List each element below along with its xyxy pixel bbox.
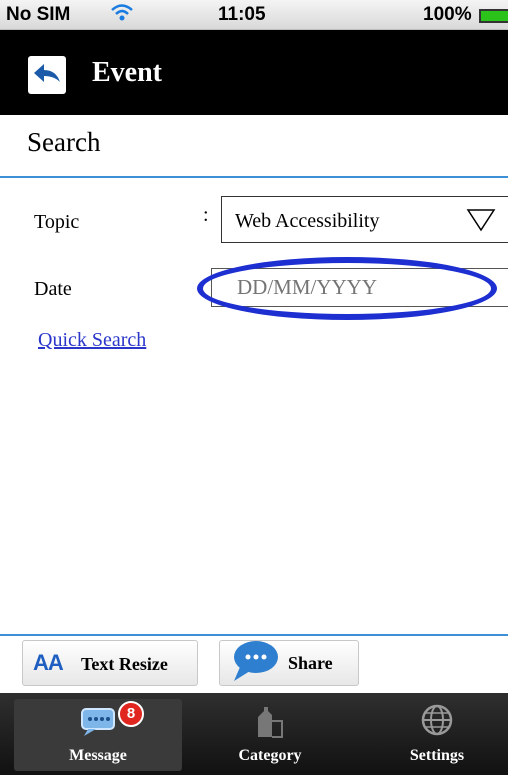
carrier-label: No SIM [6,4,71,25]
date-field[interactable] [211,268,508,307]
section-title: Search [27,127,101,157]
tab-label: Settings [409,747,465,764]
topic-separator: : [203,204,209,226]
back-button[interactable] [28,56,66,94]
chevron-down-icon [466,209,496,232]
tab-label: Category [238,747,302,764]
back-arrow-icon [34,64,60,82]
speech-bubble-icon [234,641,278,681]
tab-settings[interactable]: Settings [370,699,504,771]
battery-percent: 100% [423,4,472,25]
text-resize-button[interactable]: AA Text Resize [22,640,198,686]
text-resize-label: Text Resize [81,654,168,674]
notification-badge: 8 [118,701,144,727]
date-label: Date [34,278,72,300]
share-button[interactable]: Share [219,640,359,686]
divider [0,176,508,178]
status-bar: No SIM 11:05 100% [0,0,508,30]
topic-select[interactable]: Web Accessibility [221,196,508,243]
topic-selected-value: Web Accessibility [235,210,380,232]
app-header: Event [0,30,508,115]
tab-message[interactable]: 8 Message [14,699,182,771]
wifi-icon [110,3,134,29]
battery-icon [479,9,508,23]
tab-label: Message [69,747,127,764]
toolbar: AA Text Resize Share [0,636,508,693]
tab-bar: 8 Message Category Settings [0,693,508,775]
clock: 11:05 [218,4,266,25]
page-title: Event [92,57,162,88]
quick-search-link[interactable]: Quick Search [38,329,146,352]
share-label: Share [288,653,333,673]
tab-category[interactable]: Category [195,699,345,771]
text-size-icon: AA [33,650,64,675]
globe-icon [421,704,453,736]
topic-label: Topic [34,211,80,233]
category-icon [258,707,283,738]
